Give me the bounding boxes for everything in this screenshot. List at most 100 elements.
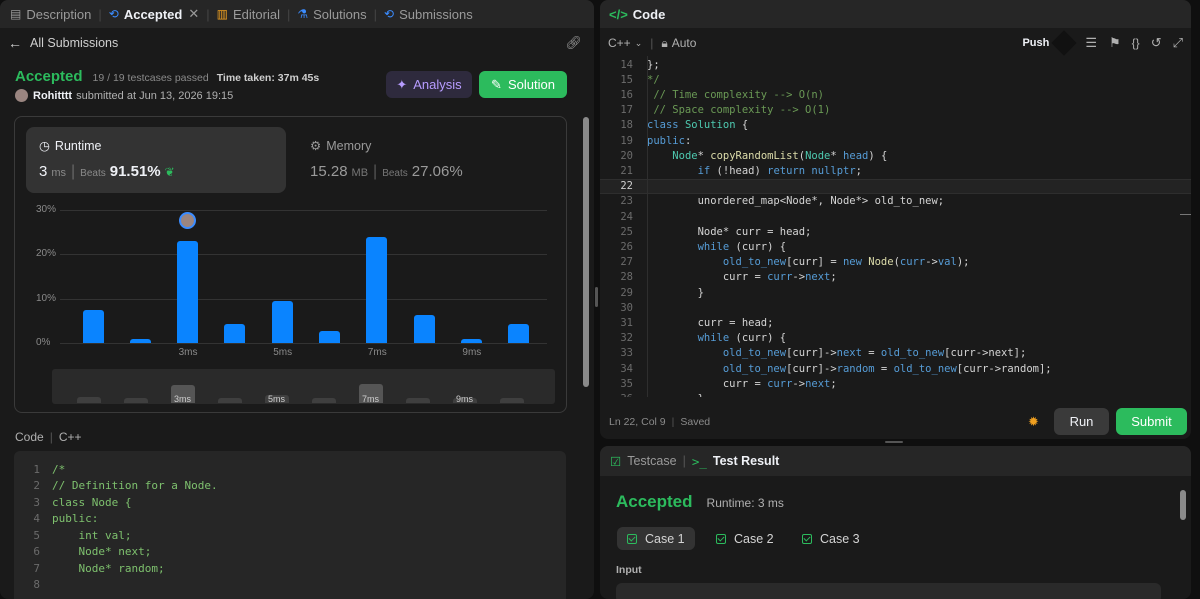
minimap-bar [123,398,148,403]
push-button[interactable]: Push [1022,37,1049,49]
github-icon[interactable] [1051,30,1078,56]
editor-line: 23 unordered_map<Node*, Node*> old_to_ne… [600,194,1191,209]
editor-line: 26 while (curr) { [600,239,1191,254]
minimap-bar [499,398,524,403]
editor-line: 30 [600,300,1191,315]
minimap-label: 7ms [361,394,379,404]
submission-panel: ▤ Description | ⟲ Accepted ✕ | ▥ Editori… [0,0,594,599]
chevron-down-icon[interactable]: ⌄ [635,38,643,49]
code-tabbar: </> Code [600,0,1191,28]
line-number: 18 [620,119,633,132]
line-number: 29 [620,286,633,299]
scrollbar[interactable] [583,117,589,387]
code-header: Code | C++ [15,430,82,444]
minimap-label: 9ms [455,394,473,404]
terminal-icon: >_ [691,453,707,469]
run-button[interactable]: Run [1054,408,1109,435]
line-number: 23 [620,195,633,208]
submit-button[interactable]: Submit [1116,408,1187,435]
line-number: 16 [620,88,633,101]
result-scrollbar[interactable] [1180,490,1186,520]
input-label: Input [616,564,642,576]
code-editor[interactable]: 14}; 15 */16 // Time complexity --> O(n) 17… [600,56,1191,397]
line-text: Node* copyRandomList(Node* head) { [672,149,888,162]
debug-icon[interactable]: ✹ [1028,414,1039,430]
line-number: 14 [620,58,633,71]
check-icon [802,533,812,544]
code-icon: </> [609,6,628,22]
line-number: 30 [620,301,633,314]
code-toolbar: C++ ⌄ | 🔒︎ Auto Push ☰ ⚑ {} ↺ ⤢ [608,30,1183,56]
line-text: old_to_new[curr]->random = old_to_new[cu… [722,362,1052,375]
tab-test-result[interactable]: >_ Test Result [692,454,780,469]
editor-line: 28 curr = curr->next; [600,270,1191,285]
line-text: Node* curr = head; [647,225,812,238]
editor-line: 17 // Space complexity --> O(1) [600,103,1191,118]
code-line: 2 // Definition for a Node. [14,478,566,495]
line-text: curr = head; [647,316,774,329]
line-number: 8 [33,578,40,592]
vertical-splitter[interactable] [595,287,598,307]
result-status: Accepted Runtime: 3 ms [616,492,784,511]
editor-line: 14}; [600,57,1191,72]
editor-line: 35 curr = curr->next; [600,376,1191,391]
line-text: public: [647,134,692,147]
code-line: 6 Node* next; [14,544,566,561]
line-number: 33 [620,347,633,360]
line-number: 36 [600,393,633,397]
line-text: while (curr) { [697,332,787,345]
line-number: 31 [620,316,633,329]
line-text: unordered_map<Node*, Node*> old_to_new; [647,195,945,208]
format-icon[interactable]: ☰ [1085,35,1097,51]
expand-icon[interactable]: ⤢ [1173,35,1183,51]
case-2-tab[interactable]: Case 2 [706,527,784,550]
horizontal-splitter[interactable] [885,441,903,443]
code-line: 1 /* [14,461,566,478]
mode-select[interactable]: Auto [672,36,697,50]
minimap-bar [311,398,336,403]
line-number: 15 [620,73,633,86]
bookmark-icon[interactable]: ⚑ [1109,35,1121,51]
line-number: 22 [620,180,633,193]
line-text: if (!head) return nullptr; [697,164,862,177]
editor-line: 22 [600,178,1191,194]
braces-icon[interactable]: {} [1132,36,1140,50]
line-number: 7 [33,561,40,575]
line-number: 1 [33,462,40,476]
line-number: 27 [620,256,633,269]
line-number: 35 [620,377,633,390]
editor-line: 20 Node* copyRandomList(Node* head) { [600,148,1191,163]
line-text: Node* next; [52,545,152,559]
editor-line: 32 while (curr) { [600,331,1191,346]
case-1-tab[interactable]: Case 1 [617,527,695,550]
line-text: } [647,286,704,299]
editor-line: 19 public: [600,133,1191,148]
line-text: /* [52,462,66,476]
line-text: while (curr) { [697,240,787,253]
line-text: public: [52,512,99,526]
line-number: 21 [620,164,633,177]
check-icon [627,533,637,544]
reset-icon[interactable]: ↺ [1151,35,1162,51]
line-text: // Space complexity --> O(1) [647,104,831,117]
line-text: curr = curr->next; [647,377,837,390]
language-select[interactable]: C++ [608,36,631,50]
tab-testcase[interactable]: ☑ Testcase [600,454,677,469]
case-3-tab[interactable]: Case 3 [792,527,870,550]
line-number: 5 [33,528,40,542]
submitted-code[interactable]: 1 /* 2 // Definition for a Node. 3 class Node… [14,451,566,599]
code-line: 5 int val; [14,527,566,544]
line-number: 3 [33,495,40,509]
line-text: Node* random; [52,561,165,575]
line-number: 26 [620,240,633,253]
code-line: 3 class Node { [14,494,566,511]
minimap-bars: 3ms 5ms 7ms 9ms [0,0,594,420]
editor-line: 24 [600,209,1191,224]
line-number: 4 [33,512,40,526]
line-number: 17 [620,104,633,117]
editor-line: 16 // Time complexity --> O(n) [600,87,1191,102]
line-number: 24 [620,210,633,223]
indent-guide [647,56,648,397]
check-icon [716,533,726,544]
result-tabbar: ☑ Testcase | >_ Test Result [600,446,1191,476]
